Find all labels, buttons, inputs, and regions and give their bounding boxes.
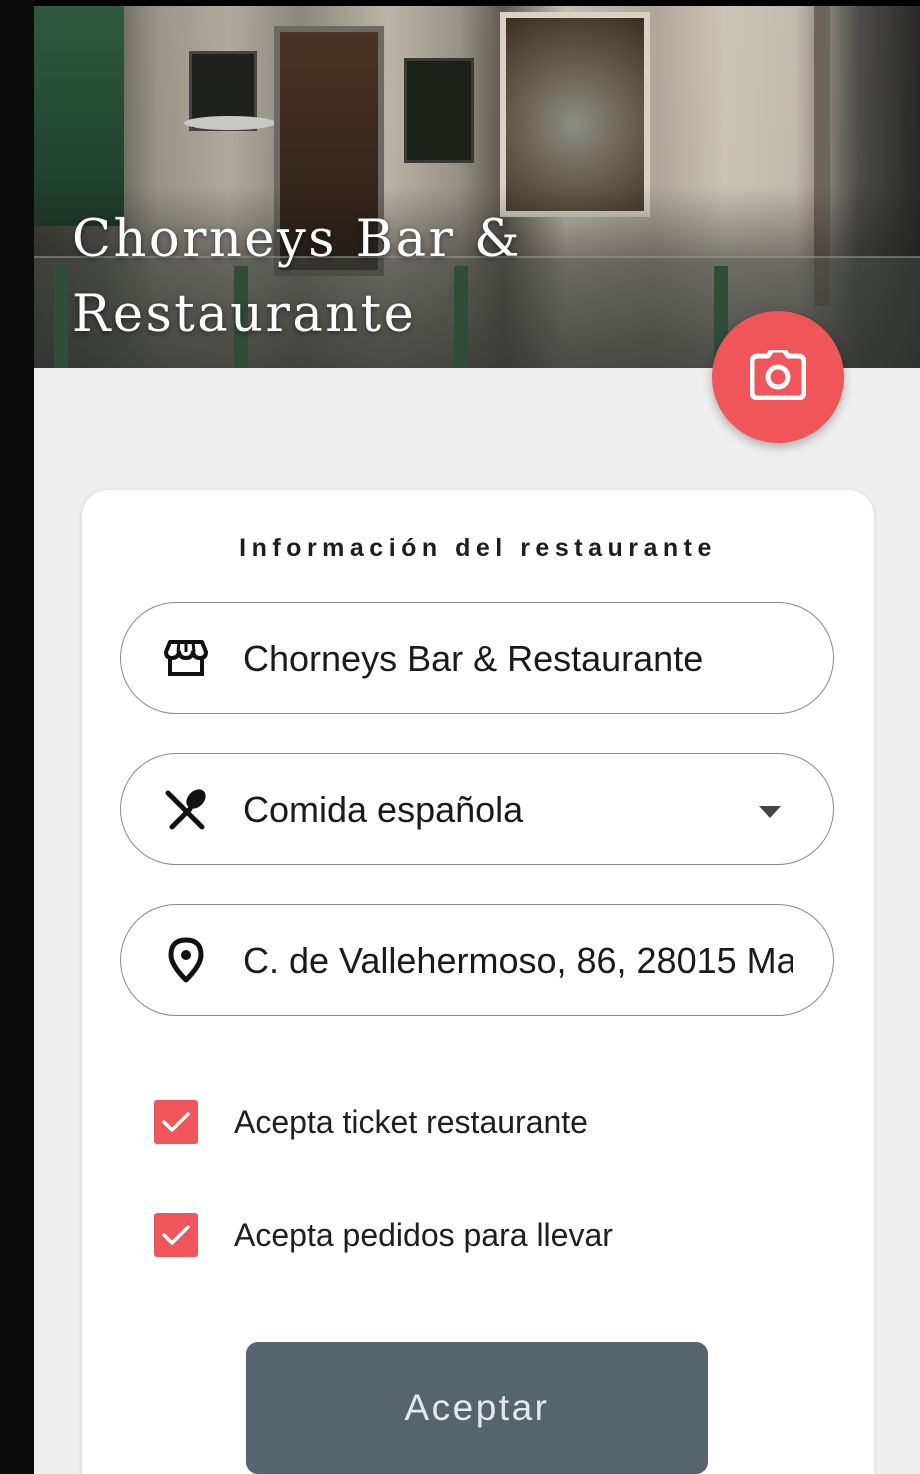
restaurant-name-value: Chorneys Bar & Restaurante bbox=[243, 638, 704, 679]
address-field[interactable]: C. de Vallehermoso, 86, 28015 Madrid bbox=[120, 904, 834, 1016]
checkbox-checked[interactable] bbox=[154, 1100, 198, 1144]
restaurant-title: Chorneys Bar & Restaurante bbox=[72, 202, 672, 352]
checkmark-icon bbox=[162, 1225, 190, 1245]
title-line-1: Chorneys Bar & bbox=[72, 210, 523, 269]
cuisine-value: Comida española bbox=[243, 789, 524, 830]
location-pin-icon bbox=[161, 937, 211, 983]
takeaway-checkbox[interactable]: Acepta pedidos para llevar bbox=[154, 1212, 613, 1258]
title-line-2: Restaurante bbox=[72, 285, 417, 344]
accept-button[interactable]: Aceptar bbox=[246, 1342, 708, 1474]
address-value: C. de Vallehermoso, 86, 28015 Madrid bbox=[243, 940, 793, 981]
takeaway-label: Acepta pedidos para llevar bbox=[234, 1216, 613, 1253]
restaurant-info-card: Información del restaurante Chorneys Bar… bbox=[82, 490, 874, 1474]
ticket-restaurante-checkbox[interactable]: Acepta ticket restaurante bbox=[154, 1099, 588, 1145]
change-photo-button[interactable] bbox=[712, 311, 844, 443]
ticket-restaurante-label: Acepta ticket restaurante bbox=[234, 1103, 588, 1140]
checkmark-icon bbox=[162, 1112, 190, 1132]
cuisine-select[interactable]: Comida española bbox=[120, 753, 834, 865]
card-title: Información del restaurante bbox=[239, 534, 717, 562]
left-border bbox=[0, 0, 34, 1474]
caret-down-icon bbox=[759, 806, 781, 818]
utensils-icon bbox=[161, 786, 211, 832]
storefront-icon bbox=[161, 635, 211, 681]
camera-icon bbox=[749, 347, 807, 405]
restaurant-name-field[interactable]: Chorneys Bar & Restaurante bbox=[120, 602, 834, 714]
app-screen: Chorneys Bar & Restaurante Información d… bbox=[34, 6, 920, 1474]
checkbox-checked[interactable] bbox=[154, 1213, 198, 1257]
